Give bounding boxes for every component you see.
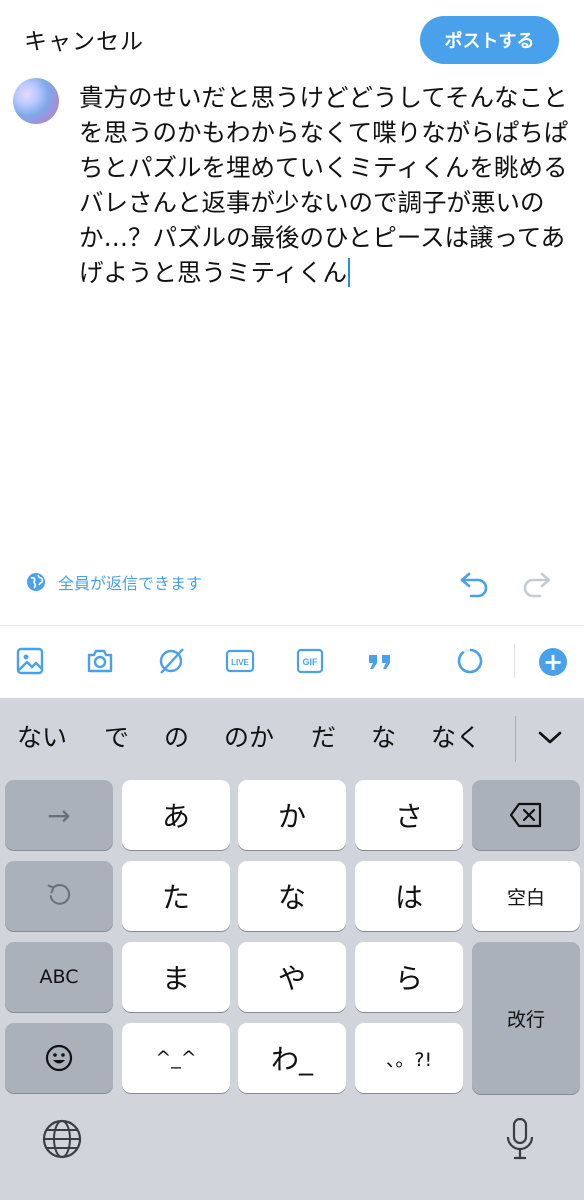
chevron-down-icon[interactable]	[535, 722, 565, 752]
key-ta[interactable]: た	[122, 861, 230, 931]
reply-setting-label: 全員が返信できます	[58, 574, 203, 593]
key-emoticon[interactable]: ^_^	[122, 1023, 230, 1093]
svg-text:GIF: GIF	[303, 657, 319, 667]
undo-icon[interactable]	[458, 566, 492, 600]
candidate-divider	[515, 716, 516, 762]
text-caret	[348, 258, 351, 287]
key-a[interactable]: あ	[122, 780, 230, 850]
no-circle-icon	[159, 648, 184, 674]
toolbar-divider	[514, 644, 515, 678]
key-punctuation[interactable]: 、。?!	[355, 1023, 463, 1093]
emoji-key[interactable]	[5, 1023, 113, 1093]
candidate-item[interactable]: ない	[17, 718, 67, 754]
divider	[0, 625, 584, 626]
no-circle-button[interactable]	[155, 645, 187, 677]
rotate-back-icon	[47, 884, 71, 905]
candidate-item[interactable]: なく	[431, 718, 481, 754]
cancel-button[interactable]: キャンセル	[24, 22, 144, 56]
image-button[interactable]	[14, 645, 46, 677]
delete-button[interactable]	[472, 780, 580, 850]
abc-key[interactable]: ABC	[5, 942, 113, 1012]
microphone-icon[interactable]	[503, 1116, 537, 1162]
post-button[interactable]: ポストする	[420, 16, 559, 64]
camera-icon	[87, 649, 113, 673]
add-icon[interactable]: +	[539, 648, 567, 676]
undo-key[interactable]	[5, 861, 113, 931]
tweet-text-input[interactable]: 貴方のせいだと思うけどどうしてそんなことを思うのかもわからなくて喋りながらぱちぱ…	[79, 80, 569, 290]
avatar	[13, 78, 59, 124]
quote-button[interactable]	[364, 645, 396, 677]
key-ma[interactable]: ま	[122, 942, 230, 1012]
candidate-item[interactable]: の	[164, 718, 189, 754]
key-na[interactable]: な	[238, 861, 346, 931]
smiley-icon	[45, 1044, 73, 1072]
candidate-item[interactable]: だ	[311, 718, 336, 754]
character-counter	[454, 645, 486, 677]
reply-setting-button[interactable]: 全員が返信できます	[26, 570, 202, 594]
key-wa[interactable]: わ_	[238, 1023, 346, 1093]
camera-button[interactable]	[84, 645, 116, 677]
quote-icon	[369, 655, 390, 669]
image-icon	[16, 647, 44, 675]
redo-icon[interactable]	[519, 566, 553, 600]
key-ya[interactable]: や	[238, 942, 346, 1012]
candidate-item[interactable]: で	[104, 718, 129, 754]
candidate-bar: ない で の のか だ な なく	[0, 698, 584, 776]
key-ha[interactable]: は	[355, 861, 463, 931]
space-key[interactable]: 空白	[472, 861, 580, 931]
backspace-icon	[509, 802, 542, 828]
globe-icon[interactable]	[41, 1118, 83, 1160]
progress-ring-icon	[457, 648, 483, 674]
candidate-item[interactable]: な	[371, 718, 396, 754]
key-ra[interactable]: ら	[355, 942, 463, 1012]
tweet-text: 貴方のせいだと思うけどどうしてそんなことを思うのかもわからなくて喋りながらぱちぱ…	[79, 83, 569, 287]
enter-key[interactable]: 改行	[472, 942, 580, 1094]
candidate-item[interactable]: のか	[224, 718, 274, 754]
svg-text:LIVE: LIVE	[231, 658, 249, 667]
live-icon: LIVE	[225, 649, 255, 673]
gif-icon: GIF	[296, 648, 324, 674]
key-ka[interactable]: か	[238, 780, 346, 850]
arrow-key[interactable]: →	[5, 780, 113, 850]
live-button[interactable]: LIVE	[224, 645, 256, 677]
gif-button[interactable]: GIF	[294, 645, 326, 677]
globe-icon	[27, 573, 45, 591]
key-sa[interactable]: さ	[355, 780, 463, 850]
